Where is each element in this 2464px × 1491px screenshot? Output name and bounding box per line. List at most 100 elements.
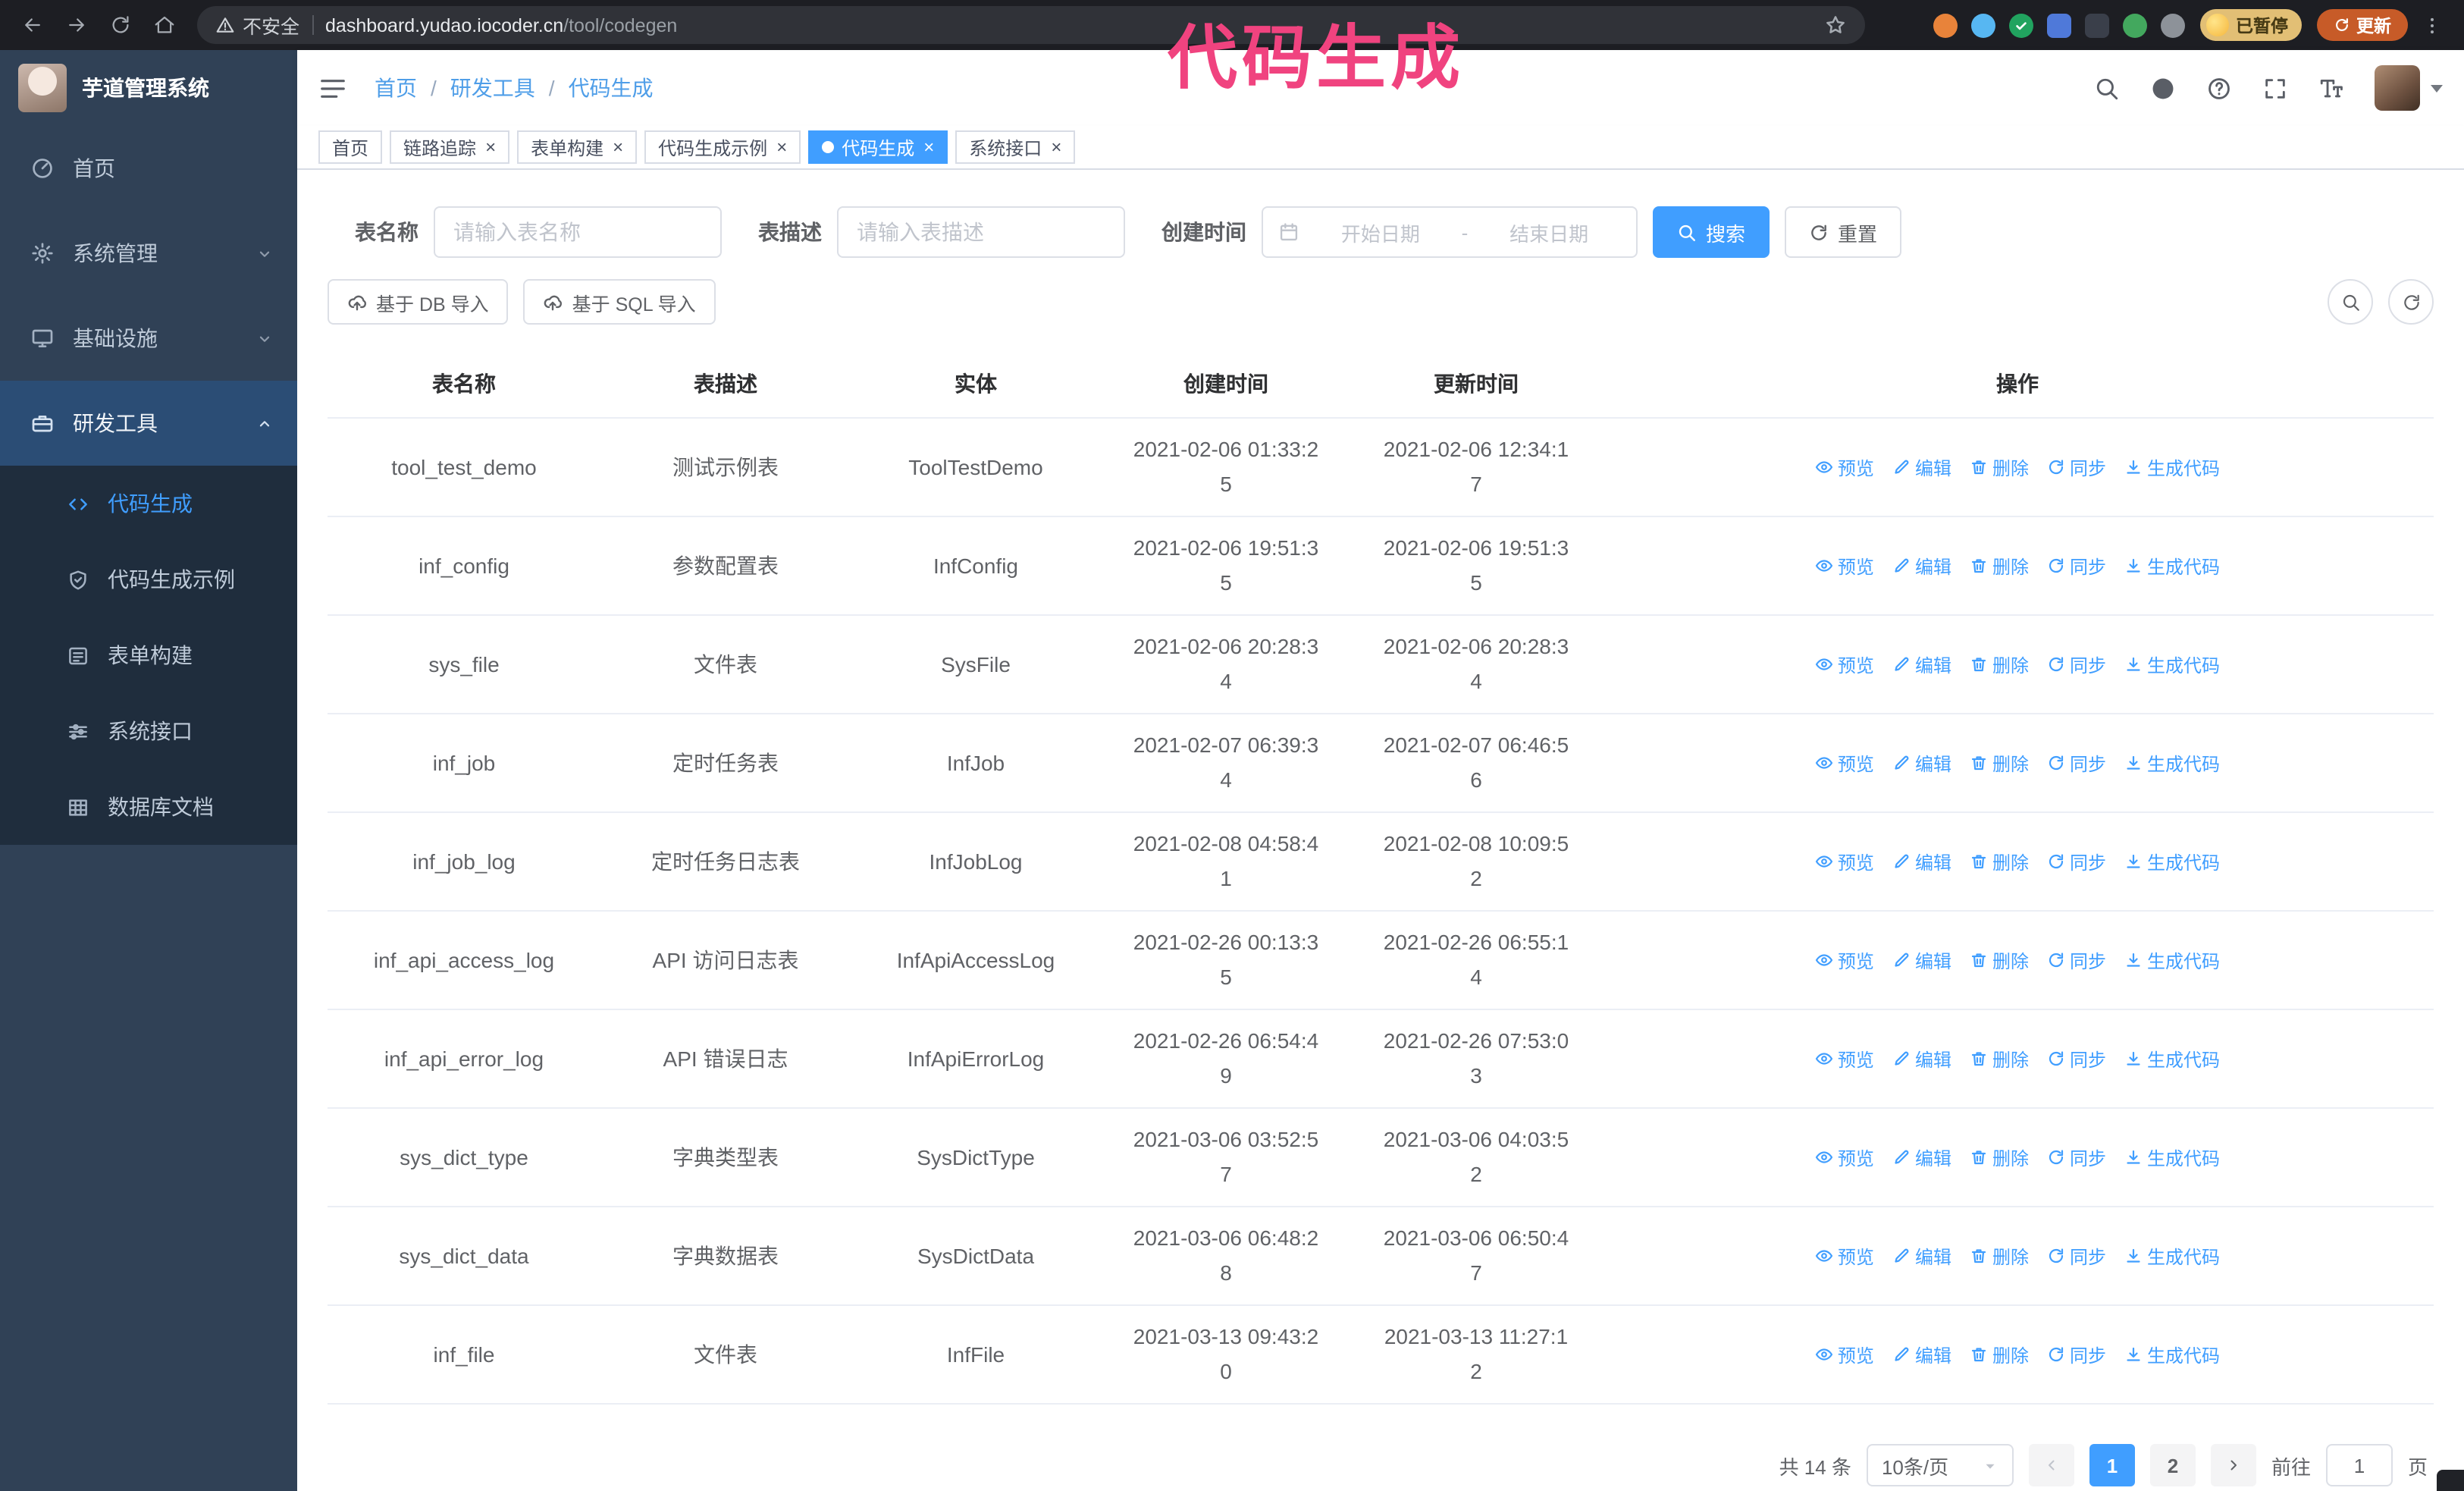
dark-extension-icon[interactable] xyxy=(2084,13,2108,37)
breadcrumb-item[interactable]: 首页 xyxy=(375,73,417,103)
browser-reload-button[interactable] xyxy=(100,5,141,46)
tab-api[interactable]: 系统接口 × xyxy=(955,130,1076,164)
sync-action-link[interactable]: 同步 xyxy=(2047,947,2106,973)
generate-action-link[interactable]: 生成代码 xyxy=(2124,750,2220,776)
page-size-select[interactable]: 10条/页 xyxy=(1866,1444,2014,1486)
user-menu[interactable] xyxy=(2375,65,2443,111)
security-warning[interactable]: 不安全 xyxy=(215,11,299,39)
generate-action-link[interactable]: 生成代码 xyxy=(2124,454,2220,480)
edit-action-link[interactable]: 编辑 xyxy=(1892,651,1951,677)
sync-action-link[interactable]: 同步 xyxy=(2047,651,2106,677)
preview-action-link[interactable]: 预览 xyxy=(1815,1342,1874,1367)
breadcrumb-item[interactable]: 代码生成 xyxy=(569,73,654,103)
navbar-github-button[interactable] xyxy=(2150,75,2176,101)
browser-back-button[interactable] xyxy=(12,5,53,46)
edit-action-link[interactable]: 编辑 xyxy=(1892,1144,1951,1170)
reset-button[interactable]: 重置 xyxy=(1785,206,1902,258)
edit-action-link[interactable]: 编辑 xyxy=(1892,1342,1951,1367)
tab-close-icon[interactable]: × xyxy=(1051,138,1061,156)
app-logo[interactable]: 芋道管理系统 xyxy=(0,50,297,126)
bottom-right-widget[interactable] xyxy=(2437,1470,2464,1491)
import-db-button[interactable]: 基于 DB 导入 xyxy=(328,279,509,325)
verified-extension-icon[interactable] xyxy=(2008,13,2033,37)
toggle-search-button[interactable] xyxy=(2328,279,2373,325)
tab-form-builder[interactable]: 表单构建 × xyxy=(517,130,638,164)
delete-action-link[interactable]: 删除 xyxy=(1970,553,2029,579)
drop-extension-icon[interactable] xyxy=(1970,13,1995,37)
navbar-help-button[interactable] xyxy=(2206,75,2232,101)
edit-action-link[interactable]: 编辑 xyxy=(1892,454,1951,480)
hamburger-icon[interactable] xyxy=(318,74,347,102)
browser-home-button[interactable] xyxy=(144,5,185,46)
tab-close-icon[interactable]: × xyxy=(776,138,787,156)
bookmark-star-icon[interactable] xyxy=(1824,14,1847,36)
edit-action-link[interactable]: 编辑 xyxy=(1892,1046,1951,1072)
tab-close-icon[interactable]: × xyxy=(485,138,496,156)
page-button-2[interactable]: 2 xyxy=(2149,1444,2196,1486)
tab-trace[interactable]: 链路追踪 × xyxy=(390,130,510,164)
browser-menu-button[interactable] xyxy=(2411,5,2452,46)
table-name-input[interactable] xyxy=(434,206,722,258)
sidebar-item-api[interactable]: 系统接口 xyxy=(0,693,297,769)
address-bar[interactable]: 不安全 dashboard.yudao.iocoder.cn/tool/code… xyxy=(197,6,1865,44)
delete-action-link[interactable]: 删除 xyxy=(1970,750,2029,776)
edit-action-link[interactable]: 编辑 xyxy=(1892,849,1951,874)
generate-action-link[interactable]: 生成代码 xyxy=(2124,947,2220,973)
delete-action-link[interactable]: 删除 xyxy=(1970,1342,2029,1367)
leaf-extension-icon[interactable] xyxy=(2122,13,2146,37)
sidebar-item-home[interactable]: 首页 xyxy=(0,126,297,211)
paused-badge[interactable]: 已暂停 xyxy=(2199,9,2302,41)
generate-action-link[interactable]: 生成代码 xyxy=(2124,1144,2220,1170)
fox-extension-icon[interactable] xyxy=(1933,13,1957,37)
sync-action-link[interactable]: 同步 xyxy=(2047,1342,2106,1367)
sync-action-link[interactable]: 同步 xyxy=(2047,849,2106,874)
sync-action-link[interactable]: 同步 xyxy=(2047,1243,2106,1269)
sidebar-item-codegen-example[interactable]: 代码生成示例 xyxy=(0,541,297,617)
sync-action-link[interactable]: 同步 xyxy=(2047,1144,2106,1170)
tab-close-icon[interactable]: × xyxy=(613,138,623,156)
table-desc-input[interactable] xyxy=(837,206,1125,258)
sidebar-item-form-builder[interactable]: 表单构建 xyxy=(0,617,297,693)
next-page-button[interactable] xyxy=(2210,1444,2256,1486)
edit-action-link[interactable]: 编辑 xyxy=(1892,750,1951,776)
goto-page-input[interactable] xyxy=(2325,1444,2393,1486)
preview-action-link[interactable]: 预览 xyxy=(1815,1046,1874,1072)
edit-action-link[interactable]: 编辑 xyxy=(1892,1243,1951,1269)
tab-close-icon[interactable]: × xyxy=(923,138,934,156)
generate-action-link[interactable]: 生成代码 xyxy=(2124,1243,2220,1269)
browser-update-button[interactable]: 更新 xyxy=(2317,9,2408,41)
preview-action-link[interactable]: 预览 xyxy=(1815,1243,1874,1269)
page-button-1[interactable]: 1 xyxy=(2089,1444,2135,1486)
browser-forward-button[interactable] xyxy=(56,5,97,46)
sync-action-link[interactable]: 同步 xyxy=(2047,454,2106,480)
generate-action-link[interactable]: 生成代码 xyxy=(2124,1046,2220,1072)
sidebar-item-devtools[interactable]: 研发工具 xyxy=(0,381,297,466)
navbar-search-button[interactable] xyxy=(2094,75,2120,101)
sync-action-link[interactable]: 同步 xyxy=(2047,1046,2106,1072)
preview-action-link[interactable]: 预览 xyxy=(1815,1144,1874,1170)
preview-action-link[interactable]: 预览 xyxy=(1815,651,1874,677)
sidebar-item-infra[interactable]: 基础设施 xyxy=(0,296,297,381)
preview-action-link[interactable]: 预览 xyxy=(1815,849,1874,874)
delete-action-link[interactable]: 删除 xyxy=(1970,849,2029,874)
generate-action-link[interactable]: 生成代码 xyxy=(2124,553,2220,579)
sync-action-link[interactable]: 同步 xyxy=(2047,750,2106,776)
delete-action-link[interactable]: 删除 xyxy=(1970,651,2029,677)
navbar-font-size-button[interactable] xyxy=(2318,75,2344,101)
preview-action-link[interactable]: 预览 xyxy=(1815,750,1874,776)
prev-page-button[interactable] xyxy=(2028,1444,2074,1486)
date-range-picker[interactable]: 开始日期 - 结束日期 xyxy=(1262,206,1638,258)
import-sql-button[interactable]: 基于 SQL 导入 xyxy=(523,279,716,325)
delete-action-link[interactable]: 删除 xyxy=(1970,1144,2029,1170)
delete-action-link[interactable]: 删除 xyxy=(1970,947,2029,973)
puzzle-extension-icon[interactable] xyxy=(2160,13,2184,37)
sidebar-item-codegen[interactable]: 代码生成 xyxy=(0,466,297,541)
navbar-fullscreen-button[interactable] xyxy=(2262,75,2288,101)
generate-action-link[interactable]: 生成代码 xyxy=(2124,849,2220,874)
generate-action-link[interactable]: 生成代码 xyxy=(2124,651,2220,677)
tab-codegen[interactable]: 代码生成 × xyxy=(808,130,948,164)
sidebar-item-system[interactable]: 系统管理 xyxy=(0,211,297,296)
sidebar-item-db-doc[interactable]: 数据库文档 xyxy=(0,769,297,845)
preview-action-link[interactable]: 预览 xyxy=(1815,947,1874,973)
delete-action-link[interactable]: 删除 xyxy=(1970,1243,2029,1269)
